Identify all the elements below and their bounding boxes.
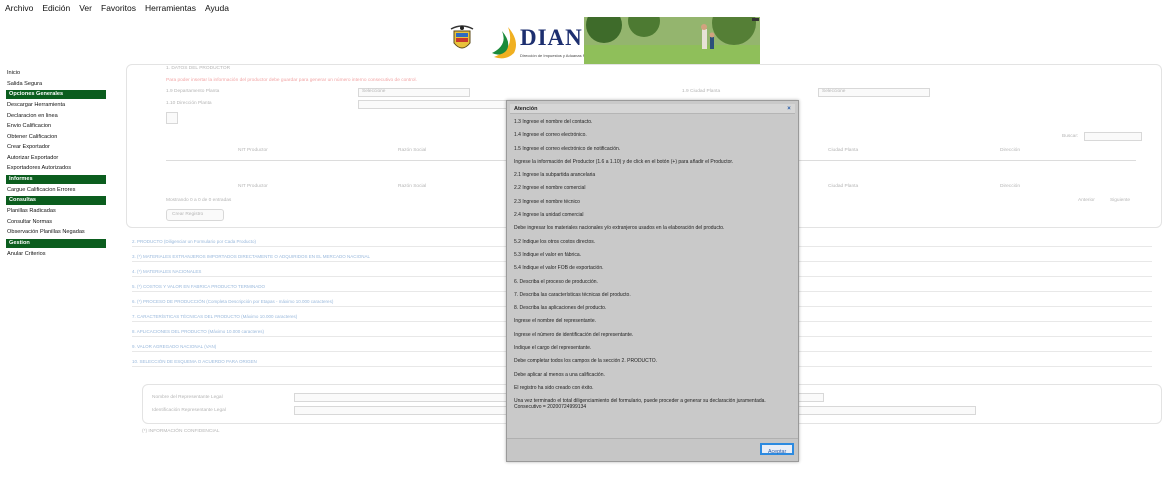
sidebar: Inicio Salida Segura Opciones Generales … — [6, 68, 106, 259]
rep-name-label: Nombre del Representante Legal — [152, 395, 223, 400]
dept-label: 1.9 Departamento Planta — [166, 89, 220, 94]
menu-ver[interactable]: Ver — [79, 3, 92, 13]
dialog-message: 7. Describa las características técnicas… — [514, 291, 631, 298]
col-razon-social: Razón Social — [398, 148, 427, 153]
section-5-label: 5. (*) COSTOS Y VALOR EN FABRICA PRODUCT… — [132, 284, 266, 289]
dialog-message: 6. Describa el proceso de producción. — [514, 278, 598, 285]
sidebar-item-obtener-calificacion[interactable]: Obtener Calificacion — [6, 132, 106, 143]
menubar: Archivo Edición Ver Favoritos Herramient… — [0, 0, 1174, 16]
brand-name: DIAN — [520, 25, 583, 50]
sidebar-heading-consultas: Consultas — [6, 196, 106, 205]
dir-label: 1.10 Dirección Planta — [166, 101, 212, 106]
dialog-message: 5.3 Indique el valor en fábrica. — [514, 251, 581, 258]
dialog-body: 1.3 Ingrese el nombre del contacto. 1.4 … — [514, 119, 792, 418]
pagination-prev[interactable]: Anterior — [1078, 198, 1095, 203]
sidebar-item-envio-calificacion[interactable]: Envio Calificacion — [6, 121, 106, 132]
dialog-message: Ingrese el número de identificación del … — [514, 331, 634, 338]
sidebar-item-observacion-planillas-negadas[interactable]: Observación Planillas Negadas — [6, 227, 106, 238]
dialog-message: El registro ha sido creado con éxito. — [514, 384, 594, 391]
city-select-value: Seleccione — [822, 89, 846, 94]
menu-edicion[interactable]: Edición — [42, 3, 70, 13]
dialog-message: Ingrese la información del Productor (1.… — [514, 158, 734, 165]
col-ciudad-planta: Ciudad Planta — [828, 148, 859, 153]
sidebar-item-inicio[interactable]: Inicio — [6, 68, 106, 79]
dialog-message: Debe aplicar al menos a una calificación… — [514, 371, 605, 378]
sidebar-item-cargue-calificacion-errores[interactable]: Cargue Calificacion Errores — [6, 185, 106, 196]
foot-ciudad-planta: Ciudad Planta — [828, 184, 859, 189]
sidebar-item-anular-criterios[interactable]: Anular Criterios — [6, 249, 106, 260]
dialog-message: Debe completar todos los campos de la se… — [514, 358, 658, 365]
sidebar-heading-gestion: Gestion — [6, 238, 106, 248]
sidebar-item-autorizar-exportador[interactable]: Autorizar Exportador — [6, 153, 106, 164]
menu-archivo[interactable]: Archivo — [5, 3, 33, 13]
table-info: Mostrando 0 a 0 de 0 entradas — [166, 198, 232, 203]
search-label: Buscar: — [1062, 134, 1079, 139]
dialog-message: 2.4 Ingrese la unidad comercial — [514, 212, 584, 219]
dialog-message: 1.4 Ingrese el correo electrónico. — [514, 132, 587, 139]
dialog-title: Atención — [514, 106, 538, 112]
warning-text: Para poder insertar la información del p… — [166, 78, 417, 83]
confidential-note: (*) INFORMACIÓN CONFIDENCIAL — [142, 429, 220, 434]
create-record-label: Crear Registro — [172, 212, 204, 217]
dialog-message: 5.2 Indique los otros costos directos. — [514, 238, 596, 245]
section-7-label: 7. CARACTERÍSTICAS TÉCNICAS DEL PRODUCTO… — [132, 314, 298, 319]
foot-direccion: Dirección — [1000, 184, 1020, 189]
sidebar-item-descargar-herramienta[interactable]: Descargar Herramienta — [6, 100, 106, 111]
dialog-message: Ingrese el nombre del representante. — [514, 318, 596, 325]
rep-id-label: Identificación Representante Legal — [152, 408, 226, 413]
header-banner: DIAN Dirección de Impuestos y Aduanas Na… — [448, 17, 760, 65]
sidebar-item-planillas-radicadas[interactable]: Planillas Radicadas — [6, 206, 106, 217]
section-9-label: 9. VALOR AGREGADO NACIONAL (VAN) — [132, 344, 217, 349]
sidebar-item-crear-exportador[interactable]: Crear Exportador — [6, 142, 106, 153]
city-label: 1.9 Ciudad Planta — [682, 89, 721, 94]
dialog-message: Indique el cargo del representante. — [514, 345, 592, 352]
coat-of-arms-icon — [450, 25, 474, 49]
col-direccion: Dirección — [1000, 148, 1020, 153]
section-4-label: 4. (*) MATERIALES NACIONALES — [132, 269, 202, 274]
menu-ayuda[interactable]: Ayuda — [205, 3, 229, 13]
foot-nit-productor: NIT Productor — [238, 184, 268, 189]
dialog-message: 2.3 Ingrese el nombre técnico — [514, 198, 580, 205]
section-2-label: 2. PRODUCTO (Diligenciar un Formulario p… — [132, 239, 256, 244]
dialog-title-bar: Atención × — [510, 104, 795, 114]
sidebar-item-consultar-normas[interactable]: Consultar Normas — [6, 217, 106, 228]
dialog-footer: Aceptar — [507, 438, 798, 461]
dir-input[interactable] — [358, 100, 508, 109]
dialog-consecutivo: Consecutivo = 20200724999134 — [514, 404, 587, 411]
sidebar-heading-opciones-generales: Opciones Generales — [6, 90, 106, 99]
sidebar-item-salida-segura[interactable]: Salida Segura — [6, 79, 106, 90]
section-3-label: 3. (*) MATERIALES EXTRANJEROS IMPORTADOS… — [132, 254, 371, 259]
section-8-label: 8. APLICACIONES DEL PRODUCTO (Máximo 10.… — [132, 329, 265, 334]
sidebar-item-declaracion-en-linea[interactable]: Declaracion en linea — [6, 111, 106, 122]
section-title-productor: 1. DATOS DEL PRODUCTOR — [166, 66, 231, 71]
dialog-message: 1.5 Ingrese el correo electrónico de not… — [514, 145, 621, 152]
dian-swoosh-icon — [492, 27, 516, 59]
col-nit-productor: NIT Productor — [238, 148, 268, 153]
dept-select-value: Seleccione — [362, 89, 386, 94]
sidebar-item-exportadores-autorizados[interactable]: Exportadores Autorizados — [6, 163, 106, 174]
dialog-message: 8. Describa las aplicaciones del product… — [514, 305, 607, 312]
attention-dialog: Atención × 1.3 Ingrese el nombre del con… — [506, 100, 799, 462]
menu-herramientas[interactable]: Herramientas — [145, 3, 196, 13]
close-icon[interactable]: × — [786, 106, 792, 112]
dialog-message: 1.3 Ingrese el nombre del contacto. — [514, 119, 593, 125]
section-6-label: 6. (*) PROCESO DE PRODUCCIÓN (Completa D… — [132, 299, 334, 304]
search-input[interactable] — [1084, 132, 1142, 141]
menu-favoritos[interactable]: Favoritos — [101, 3, 136, 13]
sidebar-heading-informes: Informes — [6, 174, 106, 184]
section-10-label: 10. SELECCIÓN DE ESQUEMA O ACUERDO PARA … — [132, 359, 257, 364]
dialog-message: 5.4 Indique el valor FOB de exportación. — [514, 265, 604, 272]
dian-logo: DIAN Dirección de Impuestos y Aduanas Na… — [490, 19, 603, 63]
dialog-message: 2.1 Ingrese la subpartida arancelaria — [514, 172, 596, 179]
dialog-message: 2.2 Ingrese el nombre comercial — [514, 185, 586, 192]
dialog-message: Debe ingresar los materiales nacionales … — [514, 225, 725, 232]
banner-photo — [584, 17, 760, 65]
pagination-next[interactable]: Siguiente — [1110, 198, 1130, 203]
add-productor-button[interactable] — [166, 112, 178, 124]
accept-button[interactable]: Aceptar — [760, 443, 794, 455]
foot-razon-social: Razón Social — [398, 184, 427, 189]
